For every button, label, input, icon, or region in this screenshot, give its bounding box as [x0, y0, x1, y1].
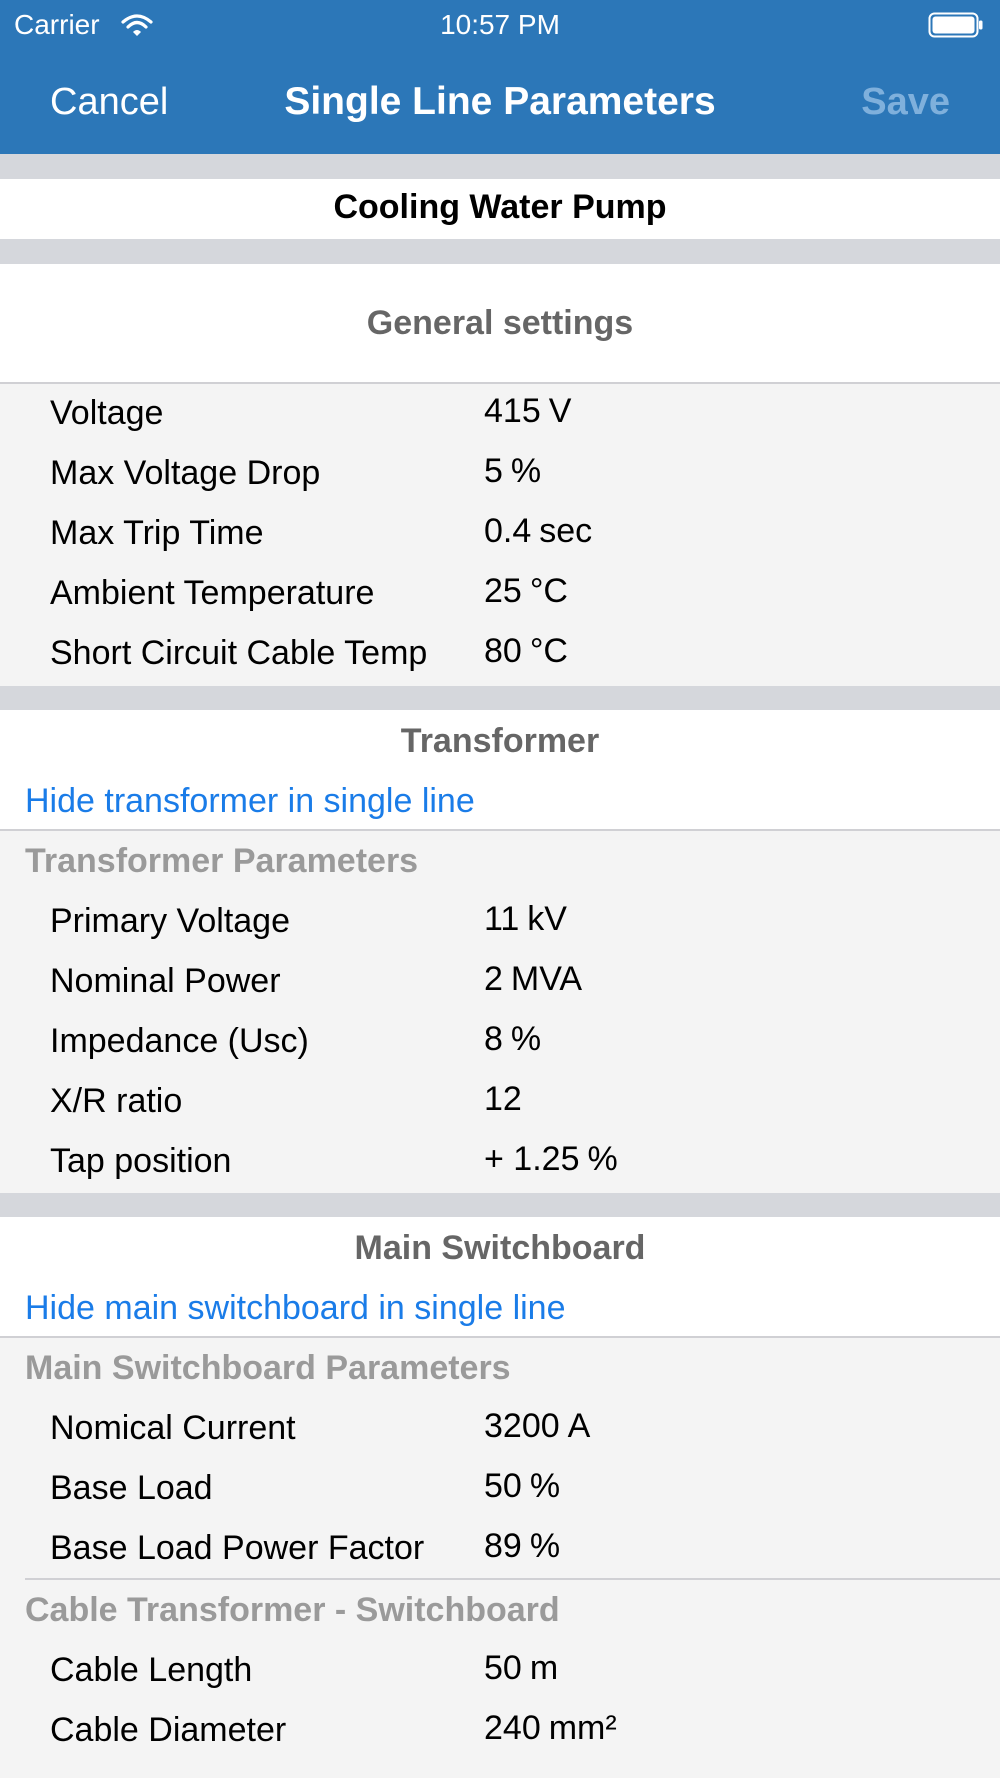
section-separator	[0, 154, 1000, 179]
row-value[interactable]: 11 kV	[484, 900, 567, 939]
row-label: Max Voltage Drop	[50, 454, 321, 492]
row-label: Short Circuit Cable Temp	[50, 634, 428, 672]
transformer-parameters-header: Transformer Parameters	[25, 842, 419, 880]
primary-voltage-row[interactable]: Primary Voltage 11 kV	[0, 892, 1000, 952]
row-value[interactable]: 89%	[484, 1527, 560, 1566]
row-label: Ambient Temperature	[50, 574, 375, 612]
row-value[interactable]: 25 °C	[484, 572, 568, 611]
section-separator	[0, 686, 1000, 710]
section-separator	[0, 239, 1000, 264]
max-trip-time-row[interactable]: Max Trip Time 0.4 sec	[0, 504, 1000, 564]
status-bar: Carrier 10:57 PM	[0, 0, 1000, 50]
cable-length-row[interactable]: Cable Length 50 m	[0, 1641, 1000, 1701]
base-load-row[interactable]: Base Load 50%	[0, 1459, 1000, 1519]
nominal-power-row[interactable]: Nominal Power 2 MVA	[0, 952, 1000, 1012]
row-label: X/R ratio	[50, 1082, 183, 1120]
transformer-header-cell: Transformer Hide transformer in single l…	[0, 710, 1000, 829]
nominal-current-row[interactable]: Nomical Current 3200 A	[0, 1399, 1000, 1459]
main-switchboard-parameters-header: Main Switchboard Parameters	[25, 1349, 511, 1387]
row-label: Base Load	[50, 1469, 213, 1507]
save-button[interactable]: Save	[861, 81, 950, 124]
row-label: Primary Voltage	[50, 902, 290, 940]
item-name: Cooling Water Pump	[333, 188, 667, 226]
row-label: Nominal Power	[50, 962, 281, 1000]
general-settings-title: General settings	[366, 304, 634, 342]
hide-transformer-link[interactable]: Hide transformer in single line	[25, 782, 475, 821]
row-label: Nomical Current	[50, 1409, 296, 1447]
voltage-row[interactable]: Voltage 415 V	[0, 384, 1000, 444]
ambient-temperature-row[interactable]: Ambient Temperature 25 °C	[0, 564, 1000, 624]
transformer-title: Transformer	[400, 722, 600, 760]
short-circuit-cable-temp-row[interactable]: Short Circuit Cable Temp 80 °C	[0, 624, 1000, 684]
base-load-power-factor-row[interactable]: Base Load Power Factor 89%	[0, 1519, 1000, 1579]
impedance-row[interactable]: Impedance (Usc) 8%	[0, 1012, 1000, 1072]
cable-diameter-row[interactable]: Cable Diameter 240 mm²	[0, 1701, 1000, 1761]
row-label: Cable Length	[50, 1651, 253, 1689]
row-value[interactable]: + 1.25%	[484, 1140, 618, 1179]
hide-main-switchboard-link[interactable]: Hide main switchboard in single line	[25, 1289, 566, 1328]
tap-position-row[interactable]: Tap position + 1.25%	[0, 1132, 1000, 1192]
row-value[interactable]: 5%	[484, 452, 541, 491]
row-value[interactable]: 8%	[484, 1020, 541, 1059]
main-switchboard-header-cell: Main Switchboard Hide main switchboard i…	[0, 1217, 1000, 1336]
row-label: Base Load Power Factor	[50, 1529, 425, 1567]
section-separator	[0, 1193, 1000, 1217]
item-name-cell: Cooling Water Pump	[0, 179, 1000, 239]
row-label: Impedance (Usc)	[50, 1022, 309, 1060]
divider	[25, 1578, 1000, 1580]
page-title: Single Line Parameters	[284, 80, 716, 123]
xr-ratio-row[interactable]: X/R ratio 12	[0, 1072, 1000, 1132]
general-settings-header-cell: General settings	[0, 264, 1000, 382]
row-value[interactable]: 0.4 sec	[484, 512, 592, 551]
row-value[interactable]: 80 °C	[484, 632, 568, 671]
max-voltage-drop-row[interactable]: Max Voltage Drop 5%	[0, 444, 1000, 504]
row-value[interactable]: 50 m	[484, 1649, 558, 1688]
status-time: 10:57 PM	[440, 9, 560, 40]
row-label: Max Trip Time	[50, 514, 264, 552]
row-label: Tap position	[50, 1142, 232, 1180]
row-value[interactable]: 50%	[484, 1467, 560, 1506]
navigation-bar: Cancel Single Line Parameters Save	[0, 50, 1000, 154]
main-switchboard-title: Main Switchboard	[354, 1229, 646, 1267]
row-value[interactable]: 415 V	[484, 392, 571, 431]
row-value[interactable]: 12	[484, 1080, 530, 1119]
row-label: Cable Diameter	[50, 1711, 287, 1749]
row-value[interactable]: 240 mm²	[484, 1709, 617, 1748]
battery-icon	[928, 12, 984, 38]
divider	[0, 1336, 1000, 1338]
row-label: Voltage	[50, 394, 164, 432]
cable-transformer-switchboard-header: Cable Transformer - Switchboard	[25, 1591, 560, 1629]
divider	[0, 829, 1000, 831]
row-value[interactable]: 2 MVA	[484, 960, 582, 999]
row-value[interactable]: 3200 A	[484, 1407, 590, 1446]
